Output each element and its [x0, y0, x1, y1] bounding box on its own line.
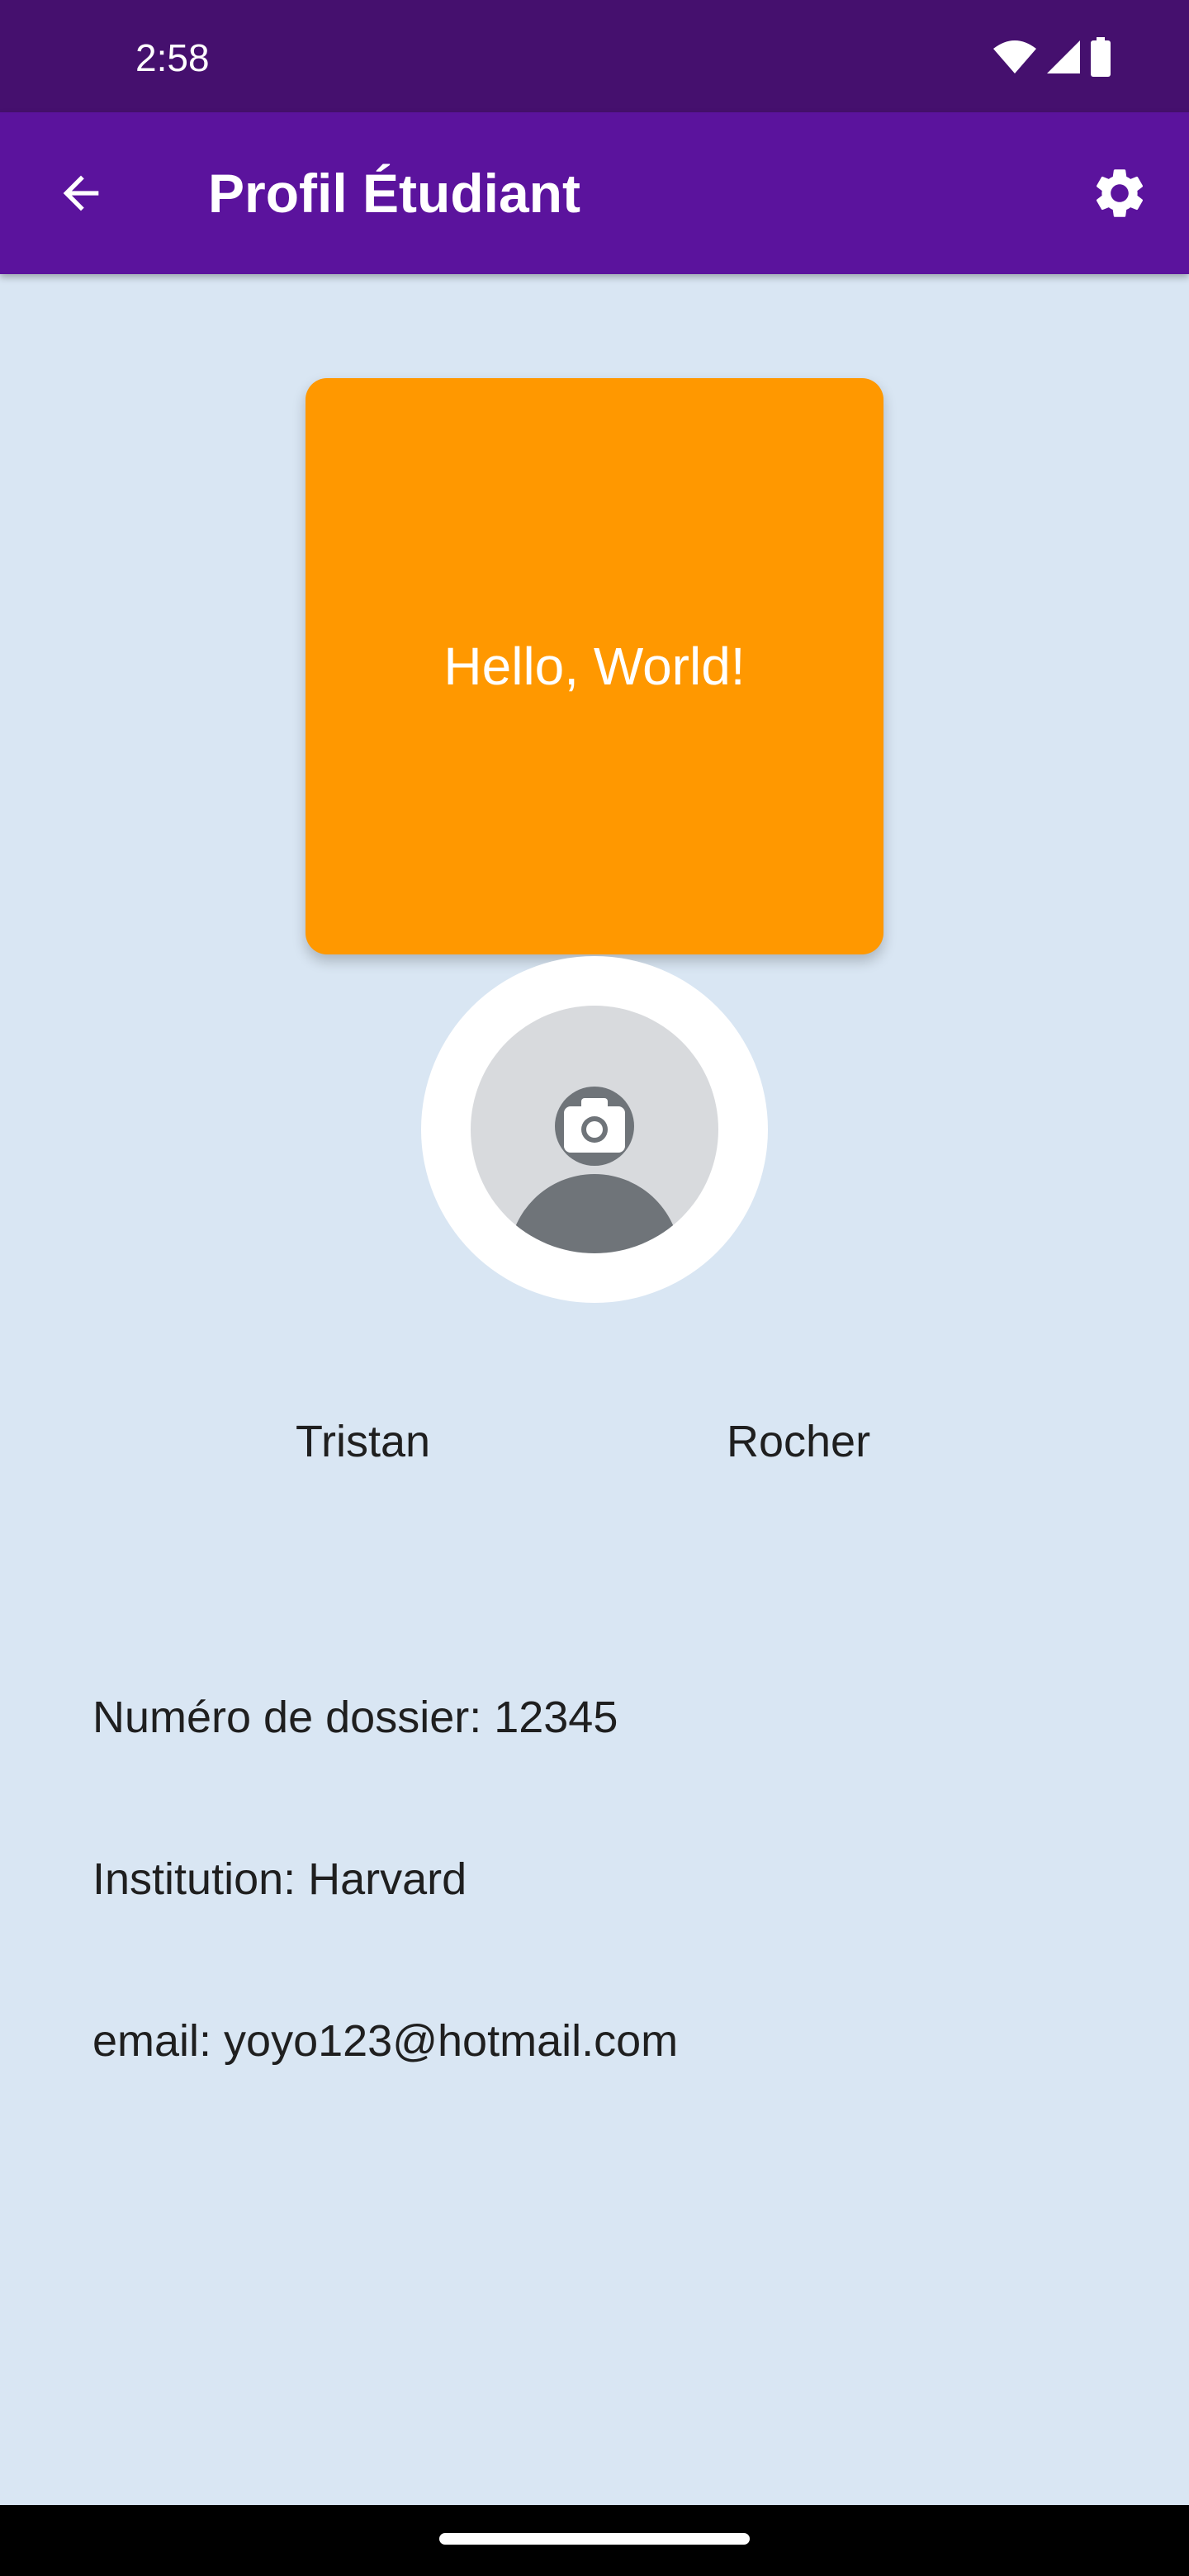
- settings-button[interactable]: [1072, 145, 1168, 241]
- last-name: Rocher: [727, 1417, 871, 1466]
- first-name: Tristan: [296, 1417, 431, 1466]
- avatar-placeholder: [509, 1087, 680, 1253]
- hello-text: Hello, World!: [443, 637, 746, 696]
- avatar-ring: [421, 956, 768, 1303]
- status-bar: 2:58: [0, 0, 1189, 112]
- wifi-icon: [993, 40, 1036, 73]
- email: email: yoyo123@hotmail.com: [92, 2016, 679, 2066]
- status-icons: [992, 36, 1111, 78]
- gear-icon: [1096, 169, 1144, 217]
- hello-card: Hello, World!: [306, 378, 883, 954]
- avatar-photo-button[interactable]: [471, 1006, 718, 1253]
- arrow-back-icon: [63, 175, 99, 211]
- signal-icon: [1047, 40, 1080, 73]
- app-bar: Profil Étudiant: [0, 112, 1189, 274]
- institution: Institution: Harvard: [92, 1854, 467, 1904]
- file-number: Numéro de dossier: 12345: [92, 1693, 618, 1742]
- status-time: 2:58: [135, 36, 210, 79]
- home-gesture-handle[interactable]: [439, 2533, 750, 2545]
- back-button[interactable]: [33, 145, 129, 241]
- page-title: Profil Étudiant: [208, 163, 580, 224]
- navigation-bar: [0, 2505, 1189, 2576]
- battery-icon: [1091, 37, 1111, 77]
